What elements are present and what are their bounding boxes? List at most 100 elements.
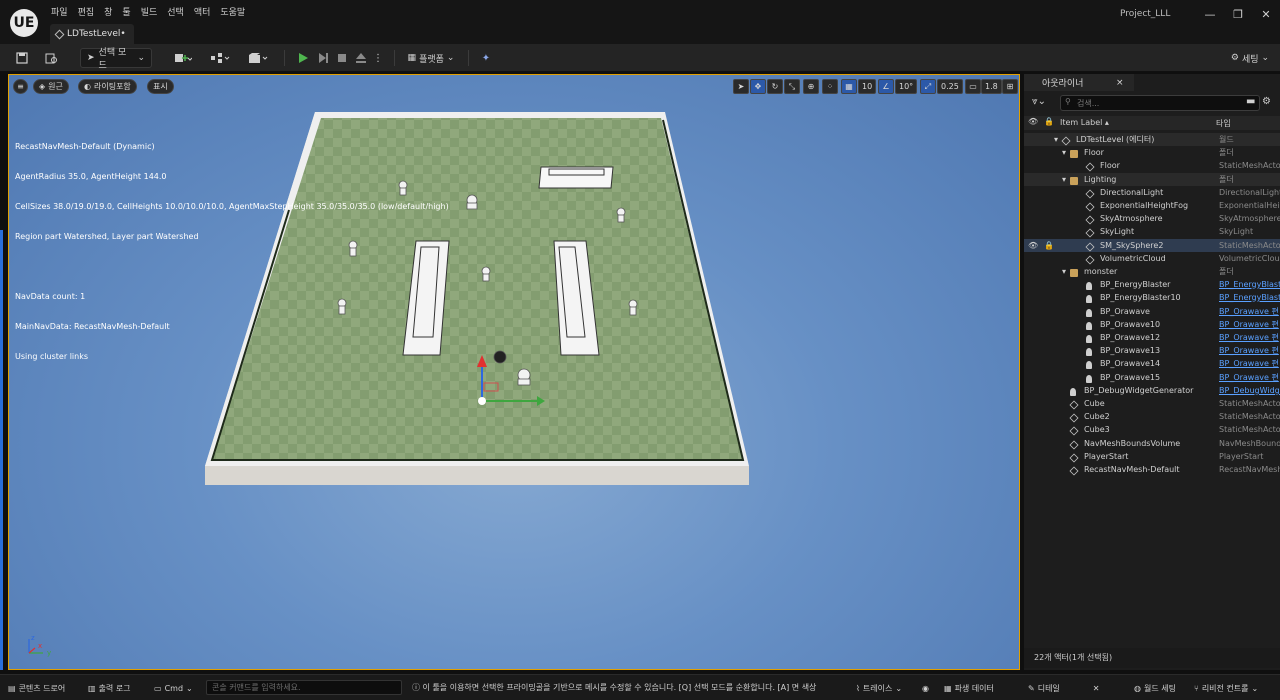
row-type-link[interactable]: BP_Orawave 편 [1219,318,1280,331]
scale-snap-value[interactable]: 0.25 [937,79,963,94]
outliner-row[interactable]: ▾ monster 폴더 [1024,265,1280,278]
tab-outliner[interactable]: 아웃라이너 × [1024,74,1134,91]
translate-tool-icon[interactable]: ✥ [750,79,766,94]
play-icon[interactable] [294,48,312,68]
surface-snap-icon[interactable]: ⁘ [822,79,838,94]
outliner-row[interactable]: DirectionalLight DirectionalLight [1024,186,1280,199]
minimize-button[interactable]: — [1198,8,1222,21]
settings-dropdown[interactable]: ⚙ 세팅 ⌄ [1224,48,1276,68]
outliner-row[interactable]: VolumetricCloud VolumetricCloud [1024,252,1280,265]
expand-chevron-icon[interactable]: ▾ [1062,173,1066,186]
maximize-viewport-icon[interactable]: ⊞ [1002,79,1018,94]
show-button[interactable]: 표시 [147,79,174,94]
scale-tool-icon[interactable]: ⤡ [784,79,800,94]
perspective-button[interactable]: ◈ 원근 [33,79,69,94]
derived-data-button[interactable]: ▦ 파생 데이터 [944,680,994,696]
scale-snap-icon[interactable]: ⤢ [920,79,936,94]
rotate-tool-icon[interactable]: ↻ [767,79,783,94]
outliner-row[interactable]: ▾ Lighting 폴더 [1024,173,1280,186]
outliner-row[interactable]: BP_Orawave14 BP_Orawave 편 [1024,357,1280,370]
row-type-link[interactable]: BP_Orawave 편 [1219,371,1280,384]
row-type-link[interactable]: BP_EnergyBlaster [1219,278,1280,291]
outliner-row[interactable]: SkyAtmosphere SkyAtmosphere [1024,212,1280,225]
add-folder-icon[interactable]: ▬ [1246,96,1255,107]
outliner-row[interactable]: BP_Orawave13 BP_Orawave 편 [1024,344,1280,357]
menu-file[interactable]: 파일 [46,6,73,20]
outliner-search-input[interactable]: ⚲ 검색... ⌄ [1060,95,1260,111]
cmd-dropdown[interactable]: ▭ Cmd ⌄ [154,680,193,696]
outliner-row[interactable]: Cube StaticMeshActor [1024,397,1280,410]
eject-icon[interactable] [352,48,370,68]
output-log-button[interactable]: ▥ 출력 로그 [88,680,131,696]
browse-icon[interactable] [40,48,62,68]
expand-chevron-icon[interactable]: ▾ [1062,146,1066,159]
save-icon[interactable] [12,48,32,68]
outliner-row[interactable]: ▾ Floor 폴더 [1024,146,1280,159]
row-type-link[interactable]: BP_EnergyBlaster [1219,291,1280,304]
grid-snap-value[interactable]: 10 [858,79,877,94]
type-column[interactable]: 타입 [1216,118,1231,129]
outliner-row[interactable]: BP_DebugWidgetGenerator BP_DebugWidget [1024,384,1280,397]
unreal-logo-icon[interactable]: UE [10,9,38,37]
visibility-icon[interactable]: 👁 [1028,239,1038,252]
rotation-snap-value[interactable]: 10° [895,79,918,94]
expand-chevron-icon[interactable]: ▾ [1062,265,1066,278]
outliner-row[interactable]: BP_EnergyBlaster BP_EnergyBlaster [1024,278,1280,291]
outliner-row[interactable]: NavMeshBoundsVolume NavMeshBoundsVolume [1024,437,1280,450]
lock-icon[interactable]: 🔒 [1044,239,1054,252]
camera-speed-value[interactable]: 1.8 [981,79,1002,94]
tab-level[interactable]: LDTestLevel• [50,24,134,44]
outliner-row[interactable]: 👁 🔒 SM_SkySphere2 StaticMeshActor [1024,239,1280,252]
revision-control-button[interactable]: ⑂ 리비전 컨트롤 ⌄ [1194,680,1258,696]
console-command-input[interactable]: 콘솔 커맨드를 입력하세요. [206,680,402,695]
menu-window[interactable]: 창 [99,6,117,20]
maximize-button[interactable]: ❐ [1226,8,1250,21]
stop-icon[interactable] [333,48,351,68]
outliner-row[interactable]: BP_Orawave10 BP_Orawave 편 [1024,318,1280,331]
select-mode-dropdown[interactable]: ➤ 선택 모드 ⌄ [80,48,152,71]
outliner-row[interactable]: Floor StaticMeshActor [1024,159,1280,172]
menu-build[interactable]: 빌드 [136,6,163,20]
camera-icon[interactable]: ◉ [922,680,929,696]
row-type-link[interactable]: BP_Orawave 편 [1219,344,1280,357]
view-mode-button[interactable]: ◐ 라이팅포함 [78,79,137,94]
viewport-menu-icon[interactable]: ≡ [13,79,28,94]
add-actor-icon[interactable] [170,48,196,68]
row-type-link[interactable]: BP_Orawave 편 [1219,331,1280,344]
select-tool-icon[interactable]: ➤ [733,79,749,94]
outliner-row[interactable]: ▾ LDTestLevel (에디터) 월드 [1024,133,1280,146]
outliner-row[interactable]: Cube3 StaticMeshActor [1024,423,1280,436]
camera-speed-icon[interactable]: ▭ [965,79,981,94]
outliner-row[interactable]: BP_Orawave12 BP_Orawave 편 [1024,331,1280,344]
outliner-row[interactable]: BP_Orawave15 BP_Orawave 편 [1024,371,1280,384]
world-space-icon[interactable]: ⊕ [803,79,819,94]
level-viewport[interactable]: ≡ ◈ 원근 ◐ 라이팅포함 표시 ➤ ✥ ↻ ⤡ ⊕ ⁘ ▦ 10 ∠ 10°… [8,74,1020,670]
outliner-row[interactable]: Cube2 StaticMeshActor [1024,410,1280,423]
grid-snap-icon[interactable]: ▦ [841,79,857,94]
outliner-row[interactable]: SkyLight SkyLight [1024,225,1280,238]
row-type-link[interactable]: BP_Orawave 편 [1219,357,1280,370]
rotation-snap-icon[interactable]: ∠ [878,79,894,94]
gear-icon[interactable]: ⚙ [1262,96,1271,107]
menu-edit[interactable]: 편집 [73,6,100,20]
expand-chevron-icon[interactable]: ▾ [1054,133,1058,146]
platforms-dropdown[interactable]: ▦ 플랫폼 ⌄ [404,48,458,68]
item-label-column[interactable]: Item Label ▴ [1060,118,1109,127]
world-settings-button[interactable]: ◍ 월드 세팅 [1134,680,1176,696]
outliner-row[interactable]: BP_EnergyBlaster10 BP_EnergyBlaster [1024,291,1280,304]
detail-tab-button[interactable]: ✎ 디테일 ✕ [1028,680,1100,696]
outliner-row[interactable]: PlayerStart PlayerStart [1024,450,1280,463]
menu-actor[interactable]: 액터 [189,6,216,20]
trace-button[interactable]: ⌇ 트레이스 ⌄ [856,680,902,696]
content-drawer-button[interactable]: ▤ 콘텐츠 드로어 [8,680,65,696]
close-tab-icon[interactable]: × [1116,78,1124,88]
close-window-button[interactable]: ✕ [1254,8,1278,21]
modeling-tools-icon[interactable]: ✦ [476,48,496,68]
menu-select[interactable]: 선택 [162,6,189,20]
outliner-row[interactable]: ExponentialHeightFog ExponentialHeightFog [1024,199,1280,212]
filter-icon[interactable]: ⩔⌄ [1032,96,1054,110]
outliner-row[interactable]: BP_Orawave BP_Orawave 편 [1024,305,1280,318]
outliner-row[interactable]: RecastNavMesh-Default RecastNavMesh [1024,463,1280,476]
row-type-link[interactable]: BP_DebugWidget [1219,384,1280,397]
step-icon[interactable] [314,48,332,68]
